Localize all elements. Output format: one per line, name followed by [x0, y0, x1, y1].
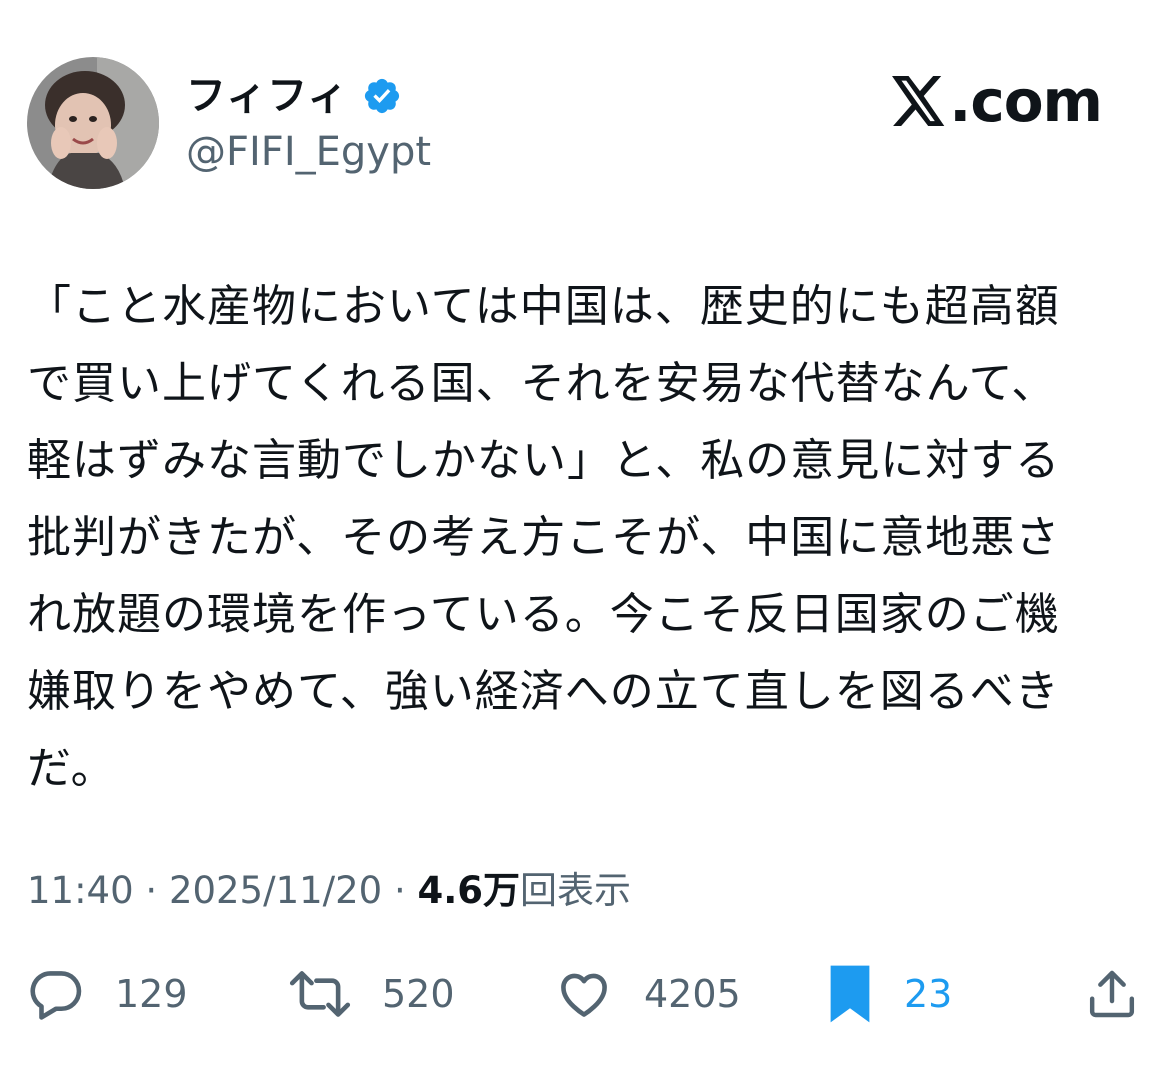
repost-count: 520 [382, 972, 455, 1016]
repost-icon [288, 965, 352, 1023]
reply-count: 129 [115, 972, 188, 1016]
verified-badge-icon [362, 76, 402, 116]
views-count: 4.6万 [417, 869, 521, 912]
like-count: 4205 [644, 972, 741, 1016]
tweet-screenshot: フィフィ @FIFI_Egypt .com 「こと水産物においては中国は、歴史的… [0, 0, 1170, 1077]
repost-button[interactable]: 520 [288, 963, 455, 1025]
bookmark-button[interactable]: 23 [826, 963, 952, 1025]
views-label: 回表示 [520, 869, 632, 912]
author-display-name[interactable]: フィフィ [186, 70, 348, 122]
x-brand-logo: .com [891, 66, 1103, 136]
reply-button[interactable]: 129 [27, 963, 188, 1025]
tweet-line: 「こと水産物においては中国は、歴史的にも超高額 [27, 281, 1060, 332]
tweet-meta: 11:40 · 2025/11/20 · 4.6万回表示 [27, 866, 631, 916]
tweet-date[interactable]: 2025/11/20 [169, 869, 382, 912]
author-name-row: フィフィ [186, 70, 402, 122]
x-logo-icon [891, 76, 949, 126]
bookmark-count: 23 [904, 972, 953, 1016]
author-handle[interactable]: @FIFI_Egypt [186, 127, 431, 177]
share-button[interactable] [1084, 963, 1140, 1025]
tweet-time[interactable]: 11:40 [27, 869, 134, 912]
heart-icon [554, 965, 614, 1023]
brand-domain-text: .com [949, 67, 1103, 135]
tweet-text: 「こと水産物においては中国は、歴史的にも超高額 で買い上げてくれる国、それを安易… [27, 268, 1147, 807]
tweet-line: 軽はずみな言動でしかない」と、私の意見に対する [27, 435, 1061, 486]
tweet-line: 批判がきたが、その考え方こそが、中国に意地悪さ [27, 512, 1061, 563]
avatar[interactable] [27, 57, 159, 189]
tweet-line: で買い上げてくれる国、それを安易な代替なんて、 [27, 358, 1057, 409]
tweet-line: だ。 [27, 743, 116, 794]
like-button[interactable]: 4205 [554, 963, 741, 1025]
tweet-line: れ放題の環境を作っている。今こそ反日国家のご機 [27, 589, 1060, 640]
bookmark-icon [826, 963, 874, 1025]
meta-separator: · [393, 869, 406, 912]
share-icon [1084, 965, 1140, 1023]
reply-icon [27, 965, 85, 1023]
tweet-line: 嫌取りをやめて、強い経済への立て直しを図るべき [27, 666, 1060, 717]
meta-separator: · [145, 869, 158, 912]
